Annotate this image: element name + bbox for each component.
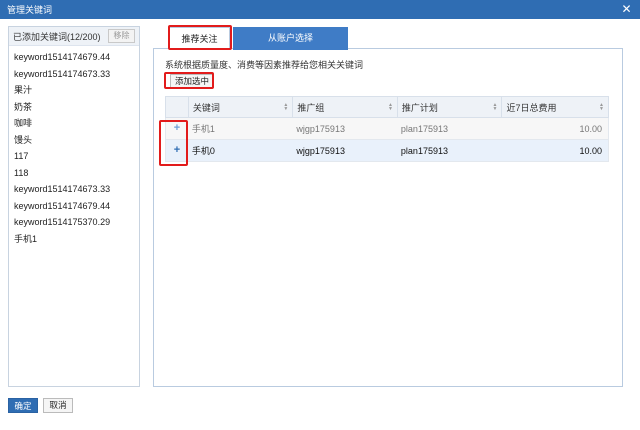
table-row: + 手机0 wjgp175913 plan175913 10.00: [165, 140, 609, 162]
header-group-label: 推广组: [297, 102, 325, 113]
group-cell: wjgp175913: [296, 123, 345, 134]
keyword-item[interactable]: 118: [9, 165, 139, 182]
plan-cell: plan175913: [400, 123, 448, 134]
header-plan[interactable]: 推广计划 ▲ ▼: [396, 97, 502, 117]
keyword-item[interactable]: keyword1514175370.29: [9, 214, 139, 231]
header-select: [166, 97, 188, 117]
added-keywords-header: 已添加关键词(12/200) 移除: [9, 27, 139, 46]
confirm-button[interactable]: 确定: [8, 398, 38, 413]
title-bar: 管理关键词 ✕: [0, 0, 640, 19]
keyword-item[interactable]: 咖啡: [9, 115, 139, 132]
keyword-cell: 手机0: [191, 146, 215, 156]
remove-button[interactable]: 移除: [108, 29, 135, 43]
header-plan-label: 推广计划: [401, 102, 438, 113]
sort-icon[interactable]: ▲ ▼: [599, 103, 604, 112]
keyword-table: 关键词 ▲ ▼ 推广组 ▲ ▼ 推广计划 ▲ ▼ 近7日总费用 ▲ ▼ + 手机1 wj…: [165, 96, 609, 162]
table-row: + 手机1 wjgp175913 plan175913 10.00: [165, 118, 609, 140]
highlight-box-tab: [168, 25, 232, 50]
header-keyword-label: 关键词: [192, 102, 220, 113]
cost-cell: 10.00: [579, 123, 602, 134]
keyword-item[interactable]: 奶茶: [9, 99, 139, 116]
header-keyword[interactable]: 关键词 ▲ ▼: [187, 97, 293, 117]
cost-cell: 10.00: [579, 145, 602, 156]
window-title: 管理关键词: [7, 5, 53, 15]
close-icon[interactable]: ✕: [620, 3, 633, 16]
added-keywords-list: keyword1514174679.44 keyword1514174673.3…: [9, 46, 139, 247]
added-keywords-count: 已添加关键词(12/200): [13, 31, 101, 42]
keyword-item[interactable]: keyword1514174679.44: [9, 198, 139, 215]
keyword-item[interactable]: keyword1514174673.33: [9, 66, 139, 83]
highlight-box-add-icons: [159, 120, 188, 166]
keyword-item[interactable]: keyword1514174673.33: [9, 181, 139, 198]
keyword-item[interactable]: 手机1: [9, 231, 139, 248]
group-cell: wjgp175913: [296, 145, 345, 156]
sort-icon[interactable]: ▲ ▼: [492, 103, 497, 112]
keyword-cell: 手机1: [191, 124, 215, 134]
keyword-item[interactable]: 馒头: [9, 132, 139, 149]
tab-from-account[interactable]: 从账户选择: [233, 27, 348, 50]
recommend-description: 系统根据质量度、消费等因素推荐给您相关关键词: [165, 60, 364, 70]
keyword-item[interactable]: keyword1514174679.44: [9, 49, 139, 66]
header-group[interactable]: 推广组 ▲ ▼: [292, 97, 397, 117]
table-header: 关键词 ▲ ▼ 推广组 ▲ ▼ 推广计划 ▲ ▼ 近7日总费用 ▲ ▼: [165, 96, 609, 118]
added-keywords-panel: 已添加关键词(12/200) 移除 keyword1514174679.44 k…: [8, 26, 140, 387]
header-cost-label: 近7日总费用: [506, 102, 557, 113]
cancel-button[interactable]: 取消: [43, 398, 73, 413]
highlight-box-add: [164, 72, 214, 89]
plan-cell: plan175913: [400, 145, 448, 156]
header-cost[interactable]: 近7日总费用 ▲ ▼: [501, 97, 608, 117]
sort-icon[interactable]: ▲ ▼: [283, 103, 288, 112]
keyword-item[interactable]: 117: [9, 148, 139, 165]
keyword-item[interactable]: 果汁: [9, 82, 139, 99]
sort-icon[interactable]: ▲ ▼: [388, 103, 393, 112]
